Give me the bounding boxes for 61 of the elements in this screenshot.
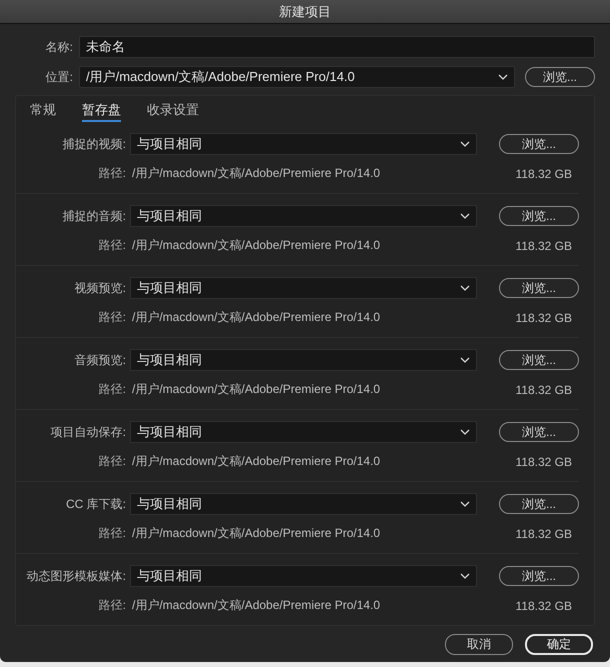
chevron-down-icon: [460, 429, 470, 435]
folder-dropdown[interactable]: 与项目相同: [130, 133, 477, 155]
cancel-button[interactable]: 取消: [445, 634, 513, 655]
tab[interactable]: 收录设置: [147, 100, 199, 122]
browse-button[interactable]: 浏览...: [499, 134, 579, 154]
size-text: 118.32 GB: [516, 310, 573, 324]
browse-button[interactable]: 浏览...: [499, 494, 579, 514]
path-text: /用户/macdown/文稿/Adobe/Premiere Pro/14.0: [131, 453, 382, 470]
path-text: /用户/macdown/文稿/Adobe/Premiere Pro/14.0: [131, 381, 382, 398]
size-text: 118.32 GB: [516, 526, 573, 540]
chevron-down-icon: [460, 141, 470, 147]
folder-dropdown[interactable]: 与项目相同: [130, 277, 477, 299]
ok-button[interactable]: 确定: [525, 634, 593, 655]
tab[interactable]: 暂存盘: [82, 100, 121, 122]
chevron-down-icon: [460, 285, 470, 291]
field-label: 音频预览:: [74, 352, 127, 368]
location-dropdown[interactable]: /用户/macdown/文稿/Adobe/Premiere Pro/14.0: [79, 66, 515, 88]
size-text: 118.32 GB: [516, 454, 573, 468]
browse-button[interactable]: 浏览...: [525, 67, 595, 87]
field-label: 项目自动保存:: [50, 424, 127, 440]
size-text: 118.32 GB: [516, 598, 573, 612]
name-field[interactable]: 未命名: [79, 36, 595, 58]
size-text: 118.32 GB: [516, 166, 573, 180]
browse-button[interactable]: 浏览...: [499, 350, 579, 370]
folder-dropdown[interactable]: 与项目相同: [130, 349, 477, 371]
size-text: 118.32 GB: [516, 382, 573, 396]
chevron-down-icon: [460, 213, 470, 219]
path-text: /用户/macdown/文稿/Adobe/Premiere Pro/14.0: [131, 165, 382, 182]
field-label: 路径:: [98, 309, 127, 326]
browse-button[interactable]: 浏览...: [499, 566, 579, 586]
window-title: 新建项目: [0, 0, 610, 24]
field-label: 路径:: [98, 165, 127, 182]
field-label: 路径:: [98, 453, 127, 470]
folder-dropdown[interactable]: 与项目相同: [130, 421, 477, 443]
size-text: 118.32 GB: [516, 238, 573, 252]
folder-dropdown[interactable]: 与项目相同: [130, 565, 477, 587]
tab[interactable]: 常规: [30, 100, 56, 122]
chevron-down-icon: [460, 573, 470, 579]
chevron-down-icon: [498, 74, 508, 80]
field-label: 路径:: [98, 237, 127, 254]
field-label: 位置:: [44, 68, 74, 86]
field-label: 名称:: [44, 38, 74, 56]
chevron-down-icon: [460, 501, 470, 507]
field-label: 路径:: [98, 381, 127, 398]
folder-dropdown[interactable]: 与项目相同: [130, 493, 477, 515]
folder-dropdown[interactable]: 与项目相同: [130, 205, 477, 227]
field-label: 捕捉的视频:: [62, 136, 127, 152]
path-text: /用户/macdown/文稿/Adobe/Premiere Pro/14.0: [131, 597, 382, 614]
browse-button[interactable]: 浏览...: [499, 278, 579, 298]
path-text: /用户/macdown/文稿/Adobe/Premiere Pro/14.0: [131, 525, 382, 542]
browse-button[interactable]: 浏览...: [499, 206, 579, 226]
field-label: 路径:: [98, 525, 127, 542]
field-label: 捕捉的音频:: [62, 208, 127, 224]
path-text: /用户/macdown/文稿/Adobe/Premiere Pro/14.0: [131, 237, 382, 254]
browse-button[interactable]: 浏览...: [499, 422, 579, 442]
field-label: 视频预览:: [74, 280, 127, 296]
field-label: CC 库下载:: [65, 496, 127, 512]
chevron-down-icon: [460, 357, 470, 363]
path-text: /用户/macdown/文稿/Adobe/Premiere Pro/14.0: [131, 309, 382, 326]
field-label: 动态图形模板媒体:: [26, 568, 127, 584]
field-label: 路径:: [98, 597, 127, 614]
